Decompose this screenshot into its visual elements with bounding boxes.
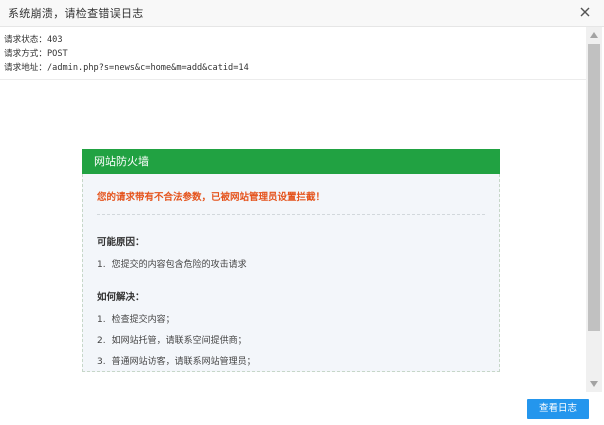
scroll-down-arrow-icon[interactable] xyxy=(586,376,602,392)
reason-num: 1. xyxy=(97,260,106,270)
solution-num: 3. xyxy=(97,357,106,367)
request-info: 请求状态：403 请求方式：POST 请求地址：/admin.php?s=new… xyxy=(4,33,249,75)
reason-item: 1. 您提交的内容包含危险的攻击请求 xyxy=(97,257,247,270)
request-method: 请求方式：POST xyxy=(4,49,68,59)
reason-title: 可能原因： xyxy=(97,237,145,248)
firewall-warning: 您的请求带有不合法参数，已被网站管理员设置拦截！ xyxy=(97,192,326,203)
firewall-panel: 网站防火墙 您的请求带有不合法参数，已被网站管理员设置拦截！ 可能原因： 1. 您… xyxy=(82,149,500,372)
reason-text: 您提交的内容包含危险的攻击请求 xyxy=(111,260,247,270)
info-divider xyxy=(0,79,586,80)
scroll-up-arrow-icon[interactable] xyxy=(586,27,602,43)
solution-item: 1. 检查提交内容； xyxy=(97,312,175,325)
request-url: 请求地址：/admin.php?s=news&c=home&m=add&cati… xyxy=(4,63,249,73)
view-log-button[interactable]: 查看日志 xyxy=(527,399,589,419)
solution-item: 3. 普通网站访客，请联系网站管理员； xyxy=(97,354,256,367)
request-status: 请求状态：403 xyxy=(4,35,63,45)
dialog-title: 系统崩溃，请检查错误日志 xyxy=(8,7,144,20)
solution-num: 1. xyxy=(97,315,106,325)
error-dialog: 系统崩溃，请检查错误日志 请求状态：403 请求方式：POST 请求地址：/ad… xyxy=(0,0,604,425)
solution-text: 如网站托管，请联系空间提供商； xyxy=(111,336,247,346)
solution-title: 如何解决： xyxy=(97,292,145,303)
solution-item: 2. 如网站托管，请联系空间提供商； xyxy=(97,333,247,346)
solution-text: 普通网站访客，请联系网站管理员； xyxy=(111,357,256,367)
firewall-separator xyxy=(97,214,485,215)
solution-num: 2. xyxy=(97,336,106,346)
firewall-body: 您的请求带有不合法参数，已被网站管理员设置拦截！ 可能原因： 1. 您提交的内容包… xyxy=(82,174,500,372)
firewall-header: 网站防火墙 xyxy=(82,149,500,174)
close-icon[interactable] xyxy=(578,5,592,19)
dialog-content[interactable]: 请求状态：403 请求方式：POST 请求地址：/admin.php?s=new… xyxy=(0,27,586,392)
scrollbar-thumb[interactable] xyxy=(588,44,600,331)
solution-text: 检查提交内容； xyxy=(111,315,175,325)
vertical-scrollbar[interactable] xyxy=(586,27,602,392)
dialog-titlebar: 系统崩溃，请检查错误日志 xyxy=(0,0,604,27)
